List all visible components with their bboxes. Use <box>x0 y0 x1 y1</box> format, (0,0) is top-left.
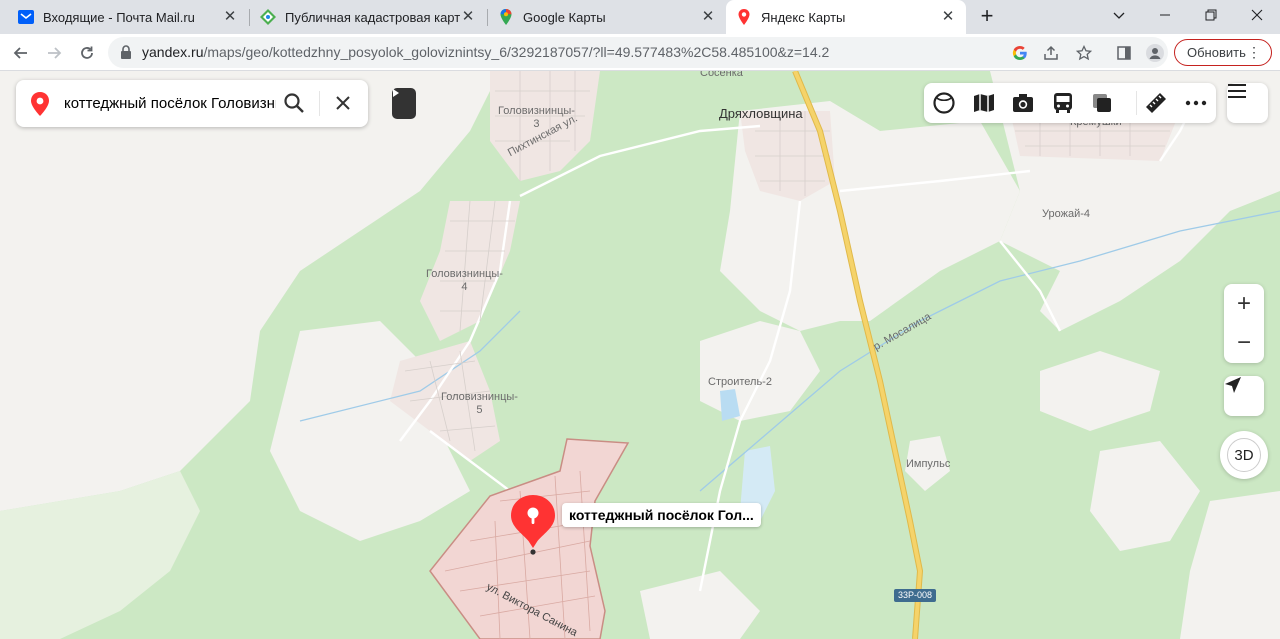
navigation-arrow-icon <box>1225 377 1241 393</box>
map-label-urozhay-4: Урожай-4 <box>1042 208 1091 220</box>
map-label-goloviznintsy-4: Головизнинцы- 4 <box>426 268 503 293</box>
traffic-layer-button[interactable] <box>972 91 996 115</box>
zoom-control: + − <box>1224 284 1264 363</box>
search-icon[interactable] <box>283 92 305 114</box>
restore-button[interactable] <box>1198 4 1224 26</box>
new-tab-button[interactable]: + <box>976 5 998 29</box>
more-dots-icon <box>1185 100 1207 106</box>
map-search-box: коттеджный посёлок Головизнинцы-6 <box>16 80 368 127</box>
map-search-input[interactable]: коттеджный посёлок Головизнинцы-6 <box>64 95 276 112</box>
transport-layer-button[interactable] <box>1051 91 1075 115</box>
reload-icon <box>81 46 93 59</box>
minimize-button[interactable] <box>1152 4 1178 26</box>
ruler-icon <box>1146 93 1166 113</box>
mail-icon <box>18 10 34 24</box>
map-label-sosenka: Сосенка <box>700 71 743 79</box>
arrow-left-icon <box>13 47 27 59</box>
google-translate-icon[interactable] <box>1010 43 1030 63</box>
tab-search-icon[interactable] <box>1106 4 1132 26</box>
map-label-dryakhlovshchina: Дряхловщина <box>719 106 803 121</box>
bookmark-star-icon[interactable] <box>1074 43 1094 63</box>
map-type-button[interactable] <box>1090 91 1114 115</box>
map-layers-toolbar <box>924 83 1216 123</box>
update-button[interactable]: Обновить ⋮ <box>1174 39 1272 66</box>
placemark-pin-icon <box>511 495 555 555</box>
location-pin-icon <box>31 92 49 116</box>
close-icon[interactable]: ✕ <box>460 9 476 25</box>
tab-cadastre[interactable]: Публичная кадастровая карта ✕ <box>250 0 486 34</box>
divider <box>319 91 320 116</box>
close-icon[interactable]: ✕ <box>940 9 956 25</box>
bus-icon <box>1054 93 1072 113</box>
address-bar[interactable]: yandex.ru/maps/geo/kottedzhny_posyolok_g… <box>108 37 1168 68</box>
profile-avatar-icon[interactable] <box>1145 43 1165 63</box>
yandex-maps-icon <box>738 9 750 25</box>
zoom-in-button[interactable]: + <box>1224 285 1264 323</box>
menu-dots-icon: ⋮ <box>1247 44 1261 60</box>
google-maps-icon <box>500 9 512 25</box>
browser-toolbar: yandex.ru/maps/geo/kottedzhny_posyolok_g… <box>0 34 1280 71</box>
stack-icon <box>1093 94 1111 112</box>
camera-icon <box>1013 94 1033 112</box>
zoom-out-button[interactable]: − <box>1224 324 1264 362</box>
arrow-right-icon <box>48 47 62 59</box>
forward-button[interactable] <box>42 41 66 65</box>
tab-mail[interactable]: Входящие - Почта Mail.ru ✕ <box>8 0 248 34</box>
sidebar-icon[interactable] <box>1114 43 1134 63</box>
map-layers-icon <box>974 94 994 112</box>
panorama-icon <box>933 92 955 114</box>
map-tiles <box>0 71 1280 639</box>
road-shield: 33Р-008 <box>894 589 937 602</box>
back-button[interactable] <box>9 41 33 65</box>
divider <box>1136 91 1137 115</box>
main-menu-button[interactable] <box>1227 83 1268 123</box>
photo-layer-button[interactable] <box>1011 91 1035 115</box>
reload-button[interactable] <box>75 41 99 65</box>
close-icon[interactable]: ✕ <box>700 9 716 25</box>
panorama-layer-button[interactable] <box>932 91 956 115</box>
locate-me-button[interactable] <box>1224 376 1264 416</box>
tab-strip: Входящие - Почта Mail.ru ✕ Публичная кад… <box>0 0 1280 34</box>
placemark-label[interactable]: коттеджный посёлок Гол... <box>562 503 761 527</box>
url-text: yandex.ru/maps/geo/kottedzhny_posyolok_g… <box>142 44 830 60</box>
lock-icon <box>121 45 131 59</box>
map-label-impuls: Импульс <box>906 458 951 470</box>
cadastre-icon <box>260 9 276 25</box>
map-label-goloviznintsy-5: Головизнинцы- 5 <box>441 391 518 416</box>
map-canvas[interactable]: Сосенка Головизнинцы- 3 Дряхловщина Крем… <box>0 71 1280 639</box>
tab-yandex-maps[interactable]: Яндекс Карты ✕ <box>726 0 966 34</box>
close-window-button[interactable] <box>1244 4 1270 26</box>
clear-search-icon[interactable] <box>334 94 352 112</box>
map-label-stroitel-2: Строитель-2 <box>708 376 772 388</box>
play-triangle-icon <box>393 89 399 97</box>
3d-toggle-button[interactable]: 3D <box>1220 431 1268 479</box>
share-icon[interactable] <box>1041 43 1061 63</box>
more-button[interactable] <box>1184 91 1208 115</box>
collapse-panel-button[interactable] <box>392 88 416 119</box>
hamburger-icon <box>1228 84 1246 98</box>
tab-google-maps[interactable]: Google Карты ✕ <box>488 0 726 34</box>
close-icon[interactable]: ✕ <box>222 9 238 25</box>
ruler-button[interactable] <box>1144 91 1168 115</box>
